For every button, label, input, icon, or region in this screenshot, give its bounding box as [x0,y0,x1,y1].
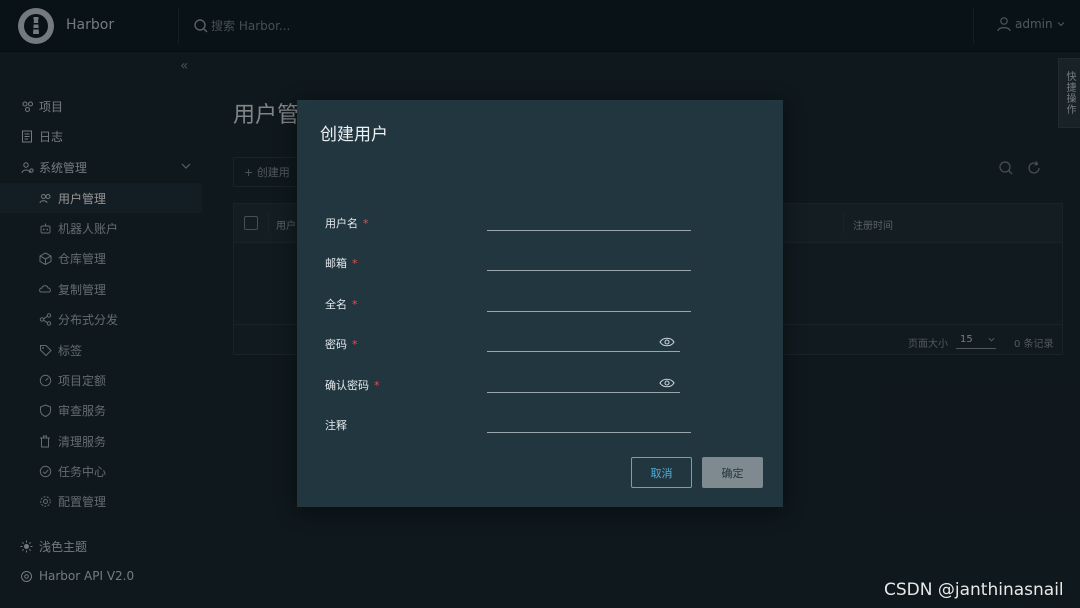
cancel-button[interactable]: 取消 [631,457,692,488]
form-row-username: 用户名 * [325,209,745,239]
required-mark: * [352,338,358,351]
form-row-comment: 注释 [325,411,745,441]
email-label: 邮箱 * [325,257,358,270]
email-field[interactable] [487,249,691,271]
form-row-password: 密码 * [325,330,745,360]
form-row-confirm-password: 确认密码 * [325,371,745,401]
eye-icon[interactable] [659,377,675,389]
confirm-password-field[interactable] [487,371,680,393]
username-label: 用户名 * [325,217,369,230]
required-mark: * [374,379,380,392]
password-label: 密码 * [325,338,358,351]
create-user-modal: 创建用户 用户名 * 邮箱 * 全名 * 密码 * 确认密码 * 注释 取消 确定 [297,100,783,507]
confirm-password-label: 确认密码 * [325,379,380,392]
required-mark: * [363,217,369,230]
comment-field[interactable] [487,411,691,433]
comment-label: 注释 [325,419,347,432]
form-row-email: 邮箱 * [325,249,745,279]
eye-icon[interactable] [659,336,675,348]
fullname-field[interactable] [487,290,691,312]
password-field[interactable] [487,330,680,352]
fullname-label: 全名 * [325,298,358,311]
form-row-fullname: 全名 * [325,290,745,320]
username-field[interactable] [487,209,691,231]
watermark: CSDN @janthinasnail [884,580,1064,600]
ok-button[interactable]: 确定 [702,457,763,488]
required-mark: * [352,298,358,311]
modal-title: 创建用户 [320,125,388,145]
required-mark: * [352,257,358,270]
